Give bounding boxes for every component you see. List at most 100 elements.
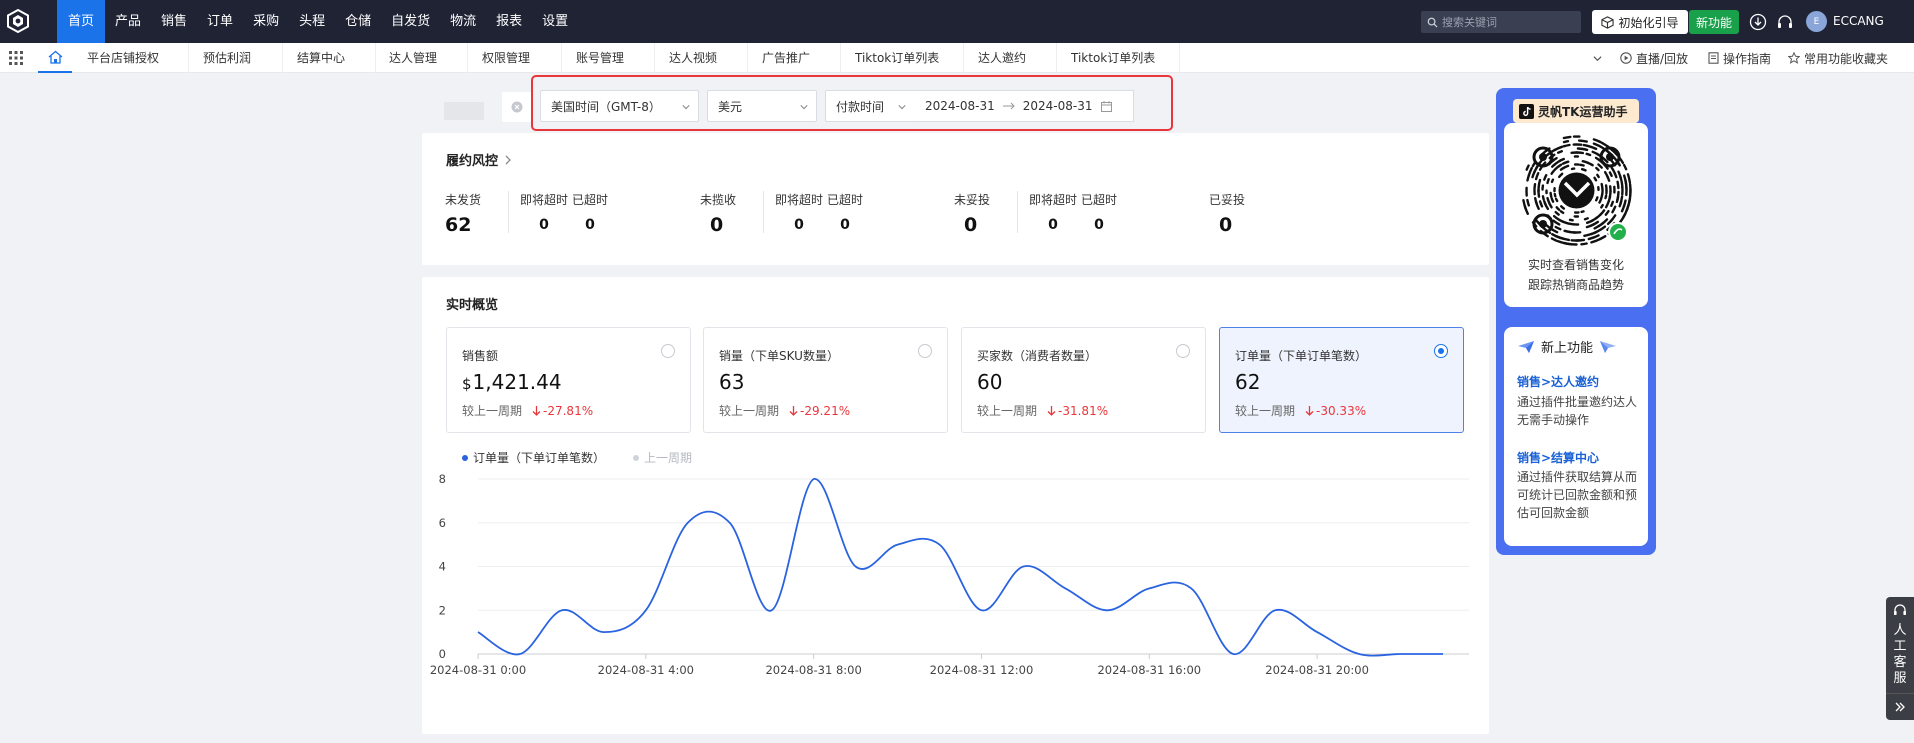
- menu-item-orders[interactable]: 订单: [197, 0, 243, 43]
- cube-icon: [1601, 15, 1615, 29]
- username-label[interactable]: ECCANG: [1833, 14, 1884, 28]
- apps-grid-icon[interactable]: [9, 51, 23, 65]
- init-guide-button[interactable]: 初始化引导: [1592, 10, 1688, 34]
- mini-program-qr-code[interactable]: [1519, 133, 1634, 248]
- risk-not-collected[interactable]: 未揽收 0: [700, 191, 736, 236]
- new-feature-button[interactable]: 新功能: [1689, 10, 1739, 34]
- live-replay-link[interactable]: 直播/回放: [1620, 43, 1688, 73]
- risk-label: 已妥投: [1209, 193, 1246, 207]
- promo-panel: 灵帆TK运营助手 实时查看销售变化 跟踪热销商品趋势 新上功能 销售>达人邀约 …: [1496, 88, 1656, 555]
- fulfillment-risk-card: 履约风控 未发货 62 即将超时 0 已超时 0 未揽收 0 即将超时 0 已超…: [422, 133, 1489, 265]
- menu-item-logistics[interactable]: 物流: [440, 0, 486, 43]
- risk-value: 0: [710, 214, 724, 236]
- divider: [763, 191, 764, 233]
- qr-code-box: 实时查看销售变化 跟踪热销商品趋势: [1504, 123, 1648, 307]
- app-logo-icon[interactable]: [6, 9, 30, 33]
- metric-radio-selected[interactable]: [1434, 344, 1448, 358]
- tab-permission-management[interactable]: 权限管理: [469, 43, 562, 73]
- menu-item-products[interactable]: 产品: [105, 0, 151, 43]
- tab-settlement-center[interactable]: 结算中心: [284, 43, 376, 73]
- risk-unshipped-timeout[interactable]: 已超时 0: [572, 191, 608, 233]
- compare-label: 较上一周期: [462, 404, 523, 418]
- download-icon[interactable]: [1749, 13, 1767, 31]
- x-tick-label: 2024-08-31 8:00: [765, 663, 861, 677]
- arrow-down-icon: [532, 405, 541, 416]
- risk-not-collected-timeout[interactable]: 已超时 0: [827, 191, 863, 233]
- tab-influencer-invitation[interactable]: 达人邀约: [965, 43, 1057, 73]
- metric-compare: 较上一周期 -29.21%: [719, 402, 850, 419]
- tab-store-authorization[interactable]: 平台店铺授权: [74, 43, 189, 73]
- tab-influencer-management[interactable]: 达人管理: [376, 43, 468, 73]
- tab-account-management[interactable]: 账号管理: [563, 43, 655, 73]
- tab-ads-promotion[interactable]: 广告推广: [749, 43, 841, 73]
- menu-item-settings[interactable]: 设置: [532, 0, 578, 43]
- risk-unshipped-near-timeout[interactable]: 即将超时 0: [520, 191, 568, 233]
- risk-not-collected-near-timeout[interactable]: 即将超时 0: [775, 191, 823, 233]
- guide-link[interactable]: 操作指南: [1708, 43, 1771, 73]
- metric-compare: 较上一周期 -31.81%: [977, 402, 1108, 419]
- clear-filter-button[interactable]: [502, 92, 532, 122]
- series-line: [477, 478, 1443, 657]
- customer-service-tab[interactable]: 人工客服: [1886, 597, 1914, 720]
- metric-value: 63: [719, 370, 745, 394]
- menu-item-reports[interactable]: 报表: [486, 0, 532, 43]
- new-features-header: 新上功能: [1517, 337, 1617, 356]
- risk-not-delivered-near-timeout[interactable]: 即将超时 0: [1029, 191, 1077, 233]
- menu-item-first-leg[interactable]: 头程: [289, 0, 335, 43]
- risk-label: 已超时: [572, 193, 609, 207]
- star-icon: [1788, 52, 1800, 64]
- tab-home[interactable]: [38, 43, 72, 73]
- risk-value: 62: [445, 214, 472, 236]
- chevron-right-icon: [505, 155, 511, 164]
- metric-radio[interactable]: [661, 344, 675, 358]
- feature-desc: 通过插件获取结算从而可统计已回款金额和预估可回款金额: [1517, 470, 1638, 520]
- metric-radio[interactable]: [918, 344, 932, 358]
- metric-card-orders[interactable]: 订单量（下单订单笔数） 62 较上一周期 -30.33%: [1219, 327, 1464, 433]
- y-tick-label: 6: [439, 516, 446, 530]
- paper-plane-icon: [1600, 340, 1617, 353]
- tab-tiktok-orders-2[interactable]: Tiktok订单列表: [1058, 43, 1180, 73]
- tiktok-icon: [1519, 103, 1534, 119]
- risk-delivered[interactable]: 已妥投 0: [1209, 191, 1245, 236]
- menu-item-sales[interactable]: 销售: [151, 0, 197, 43]
- risk-not-delivered[interactable]: 未妥投 0: [954, 191, 990, 236]
- filter-highlight-frame: [531, 75, 1173, 131]
- fulfillment-risk-title[interactable]: 履约风控: [446, 150, 512, 169]
- metric-card-sales-amount[interactable]: 销售额 $1,421.44 较上一周期 -27.81%: [446, 327, 691, 433]
- expand-button[interactable]: [1886, 693, 1914, 720]
- risk-value: 0: [840, 217, 850, 233]
- tab-tiktok-orders[interactable]: Tiktok订单列表: [842, 43, 964, 73]
- menu-item-home[interactable]: 首页: [57, 0, 106, 43]
- user-avatar[interactable]: E: [1806, 11, 1827, 32]
- metric-compare: 较上一周期 -30.33%: [1235, 402, 1366, 419]
- feature-link-settlement-center[interactable]: 销售>结算中心: [1517, 449, 1599, 466]
- headset-icon[interactable]: [1776, 13, 1794, 31]
- feature-link-influencer-invitation[interactable]: 销售>达人邀约: [1517, 373, 1599, 390]
- tab-influencer-videos[interactable]: 达人视频: [656, 43, 748, 73]
- live-replay-label: 直播/回放: [1636, 51, 1689, 66]
- change-value: -27.81%: [543, 403, 594, 418]
- risk-not-delivered-timeout[interactable]: 已超时 0: [1081, 191, 1117, 233]
- top-navigation-bar: 首页 产品 销售 订单 采购 头程 仓储 自发货 物流 报表 设置 搜索关键词 …: [0, 0, 1914, 43]
- risk-unshipped[interactable]: 未发货 62: [445, 191, 481, 236]
- menu-item-self-shipping[interactable]: 自发货: [381, 0, 440, 43]
- compare-label: 较上一周期: [719, 404, 780, 418]
- change-value: -31.81%: [1058, 403, 1109, 418]
- menu-item-purchasing[interactable]: 采购: [243, 0, 289, 43]
- realtime-overview-card: 实时概览 销售额 $1,421.44 较上一周期 -27.81% 销量（下单SK…: [422, 277, 1489, 734]
- search-placeholder: 搜索关键词: [1442, 16, 1497, 29]
- main-menu: 首页 产品 销售 订单 采购 头程 仓储 自发货 物流 报表 设置: [57, 0, 578, 43]
- metric-radio[interactable]: [1176, 344, 1190, 358]
- arrow-down-icon: [1305, 405, 1314, 416]
- tabs-overflow-dropdown[interactable]: [1593, 43, 1602, 73]
- risk-label: 未揽收: [700, 193, 737, 207]
- global-search-input[interactable]: 搜索关键词: [1421, 11, 1581, 33]
- document-icon: [1708, 52, 1719, 64]
- tab-estimated-profit[interactable]: 预估利润: [190, 43, 283, 73]
- metric-card-sales-volume[interactable]: 销量（下单SKU数量） 63 较上一周期 -29.21%: [703, 327, 948, 433]
- favorites-link[interactable]: 常用功能收藏夹: [1788, 43, 1888, 73]
- menu-item-warehouse[interactable]: 仓储: [335, 0, 381, 43]
- risk-label: 未发货: [445, 193, 482, 207]
- metric-card-buyers[interactable]: 买家数（消费者数量） 60 较上一周期 -31.81%: [961, 327, 1206, 433]
- currency-symbol: $: [462, 375, 472, 393]
